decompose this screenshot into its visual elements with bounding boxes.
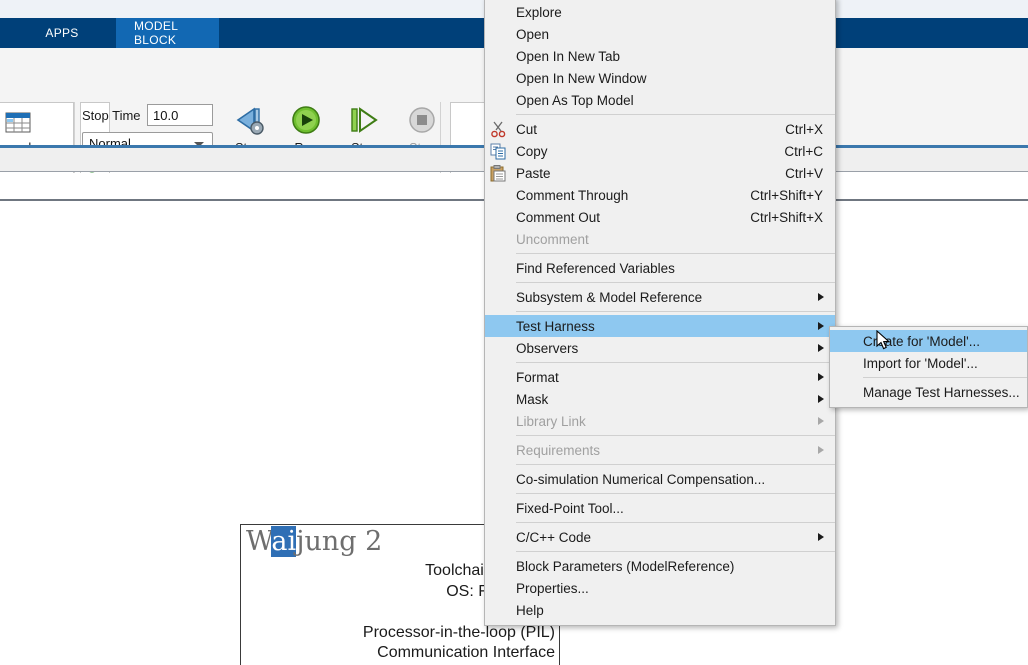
chevron-right-icon <box>818 395 824 403</box>
tab-model-block-label: MODEL BLOCK <box>134 19 178 47</box>
chevron-right-icon <box>818 344 824 352</box>
menu-separator <box>516 435 835 436</box>
menu-separator <box>516 493 835 494</box>
menu-separator <box>516 282 835 283</box>
menu-item-observers[interactable]: Observers <box>485 337 835 359</box>
test-harness-submenu[interactable]: Create for 'Model'... Import for 'Model'… <box>829 326 1028 408</box>
menu-separator <box>516 362 835 363</box>
tab-apps-label: APPS <box>45 26 79 40</box>
menu-item-test-harness[interactable]: Test Harness <box>485 315 835 337</box>
menu-separator <box>516 551 835 552</box>
menu-item-c-cpp-code[interactable]: C/C++ Code <box>485 526 835 548</box>
menu-item-paste[interactable]: Paste Ctrl+V <box>485 162 835 184</box>
submenu-item-create-for-model[interactable]: Create for 'Model'... <box>830 330 1027 352</box>
menu-item-open[interactable]: Open <box>485 23 835 45</box>
tab-model-block[interactable]: MODEL BLOCK <box>116 18 219 48</box>
stop-icon <box>407 104 437 138</box>
menu-item-help[interactable]: Help <box>485 599 835 621</box>
menu-item-subsystem-and-model-reference[interactable]: Subsystem & Model Reference <box>485 286 835 308</box>
menu-item-properties[interactable]: Properties... <box>485 577 835 599</box>
step-forward-icon <box>346 104 382 138</box>
run-icon <box>289 104 323 138</box>
menu-item-library-link: Library Link <box>485 410 835 432</box>
menu-separator <box>516 522 835 523</box>
cut-icon <box>490 121 507 138</box>
tab-apps[interactable]: APPS <box>8 18 116 48</box>
stop-time-label: Stop Time <box>82 108 141 123</box>
block-context-menu[interactable]: Explore Open Open In New Tab Open In New… <box>484 0 836 626</box>
menu-item-uncomment: Uncomment <box>516 231 589 247</box>
chevron-right-icon <box>818 322 824 330</box>
menu-item-find-referenced-variables[interactable]: Find Referenced Variables <box>485 257 835 279</box>
chevron-right-icon <box>818 373 824 381</box>
copy-icon <box>490 143 507 160</box>
menu-separator <box>863 377 1027 378</box>
submenu-item-import-for-model[interactable]: Import for 'Model'... <box>830 352 1027 374</box>
menu-item-open-in-new-tab[interactable]: Open In New Tab <box>485 45 835 67</box>
menu-item-block-parameters[interactable]: Block Parameters (ModelReference) <box>485 555 835 577</box>
menu-item-open-as-top-model[interactable]: Open As Top Model <box>485 89 835 111</box>
stop-time-input[interactable] <box>147 104 213 126</box>
signal-table-icon <box>3 111 33 135</box>
menu-item-mask[interactable]: Mask <box>485 388 835 410</box>
chevron-right-icon <box>818 533 824 541</box>
menu-item-explore[interactable]: Explore <box>485 1 835 23</box>
step-back-icon <box>230 104 266 138</box>
menu-separator <box>516 114 835 115</box>
menu-separator <box>516 253 835 254</box>
menu-separator <box>516 464 835 465</box>
submenu-item-manage-test-harnesses[interactable]: Manage Test Harnesses... <box>830 381 1027 403</box>
menu-item-comment-out[interactable]: Comment Out Ctrl+Shift+X <box>485 206 835 228</box>
menu-item-fixed-point-tool[interactable]: Fixed-Point Tool... <box>485 497 835 519</box>
waijung-title: Waijung 2 <box>246 526 383 557</box>
menu-item-format[interactable]: Format <box>485 366 835 388</box>
menu-item-comment-through[interactable]: Comment Through Ctrl+Shift+Y <box>485 184 835 206</box>
chevron-right-icon <box>818 446 824 454</box>
menu-separator <box>516 311 835 312</box>
menu-item-open-in-new-window[interactable]: Open In New Window <box>485 67 835 89</box>
menu-item-requirements: Requirements <box>485 439 835 461</box>
menu-item-copy[interactable]: Copy Ctrl+C <box>485 140 835 162</box>
paste-icon <box>490 165 507 182</box>
menu-item-co-simulation-numerical-compensation[interactable]: Co-simulation Numerical Compensation... <box>485 468 835 490</box>
simulink-model-window: APPS MODEL BLOCK Stop Time 10.0 Normal W… <box>0 0 1028 665</box>
chevron-right-icon <box>818 417 824 425</box>
menu-item-cut[interactable]: Cut Ctrl+X <box>485 118 835 140</box>
chevron-right-icon <box>818 293 824 301</box>
